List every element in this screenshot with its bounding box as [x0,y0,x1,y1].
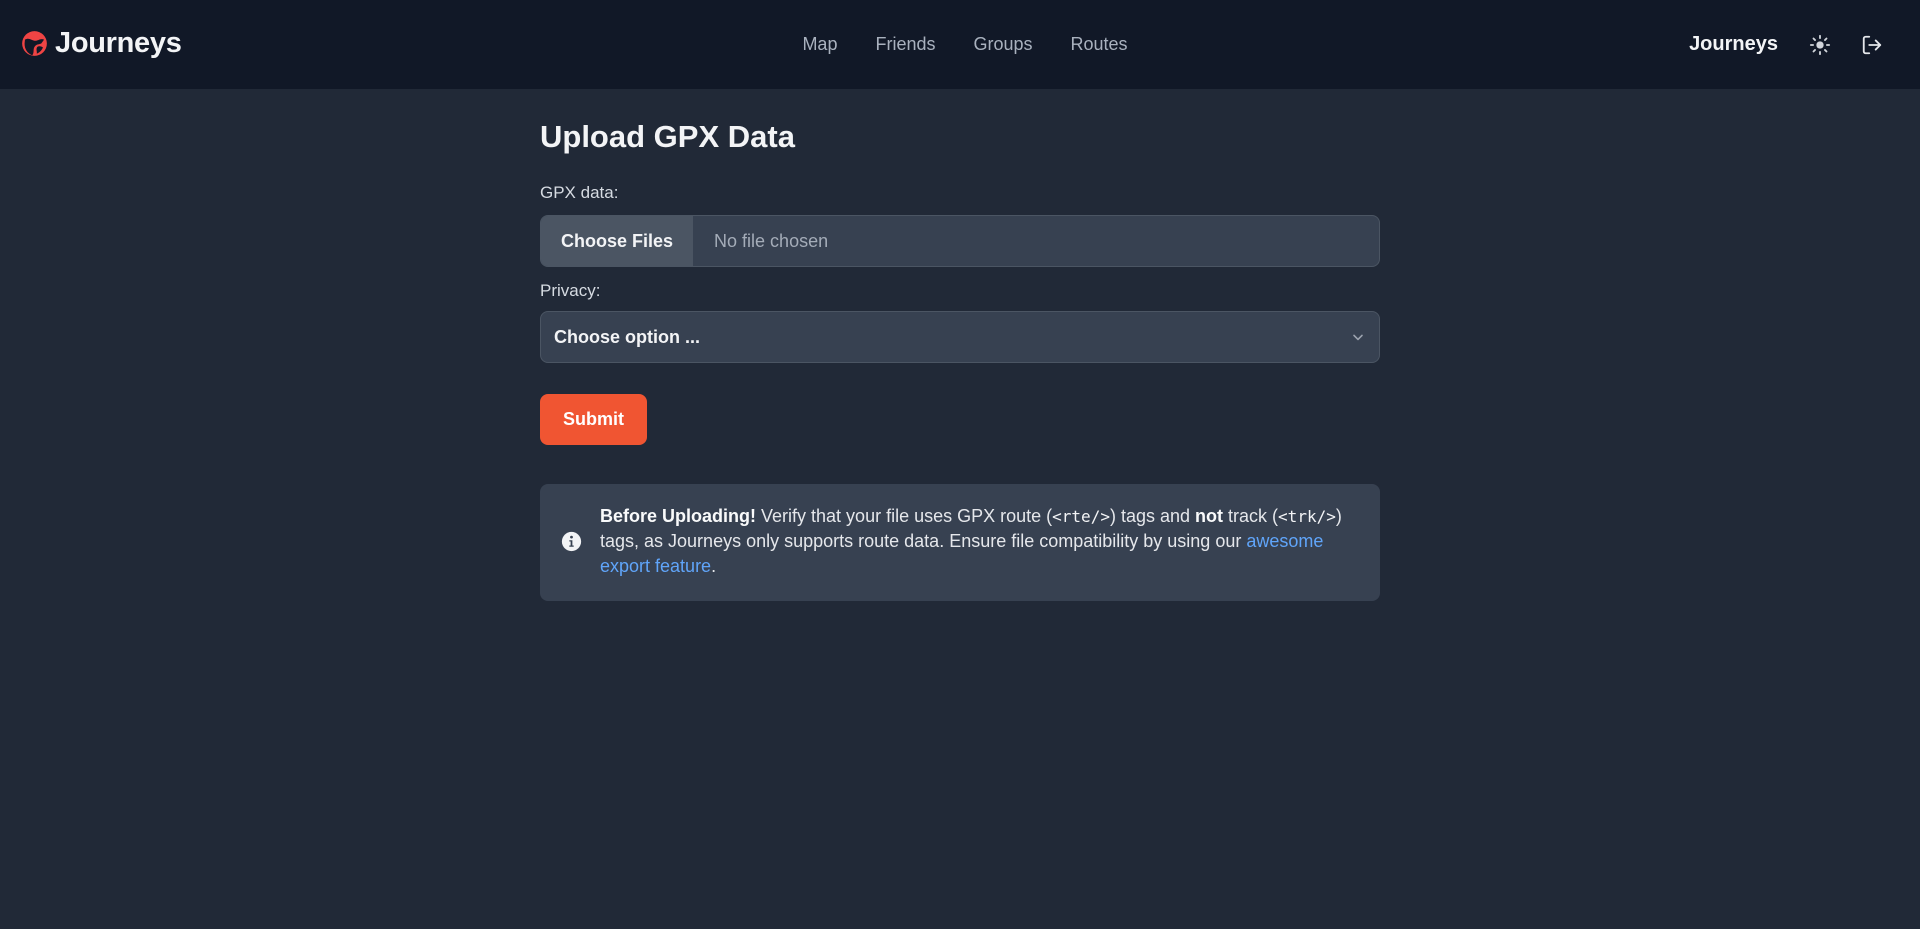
privacy-select[interactable]: Choose option ... [540,311,1380,363]
gpx-file-input[interactable]: Choose Files No file chosen [540,215,1380,267]
main-nav: Map Friends Groups Routes [0,0,1920,89]
chevron-down-icon [1353,334,1363,341]
privacy-label: Privacy: [540,281,601,300]
privacy-select-value: Choose option ... [554,326,700,347]
user-name[interactable]: Journeys [1689,33,1778,56]
file-status-text: No file chosen [714,230,829,251]
globe-logo-icon [22,31,47,56]
alert-text-2: ) tags and [1109,506,1191,526]
nav-link-routes[interactable]: Routes [1052,34,1147,55]
top-navbar: Journeys Map Friends Groups Routes Journ… [0,0,1920,89]
choose-files-button[interactable]: Choose Files [541,216,694,266]
page-title: Upload GPX Data [540,119,795,154]
theme-toggle-button[interactable] [1806,31,1834,59]
nav-list: Map Friends Groups Routes [783,34,1146,55]
alert-text-3: track ( [1228,506,1279,526]
alert-bold-not: not [1195,506,1224,526]
gpx-data-label: GPX data: [540,183,619,202]
navbar-right: Journeys [1689,0,1920,89]
alert-message: Before Uploading! Verify that your file … [600,504,1360,579]
code-trk: <trk/> [1278,507,1336,526]
logout-button[interactable] [1858,31,1886,59]
alert-bold-lead: Before Uploading! [600,506,756,526]
brand-link[interactable]: Journeys [21,27,182,60]
info-icon [561,531,582,552]
nav-link-friends[interactable]: Friends [856,34,954,55]
alert-text-1: Verify that your file uses GPX route ( [761,506,1053,526]
sun-icon [1809,34,1831,55]
code-rte: <rte/> [1052,507,1110,526]
alert-text-end: . [711,556,717,576]
submit-button[interactable]: Submit [540,394,647,445]
logout-icon [1862,35,1882,54]
upload-info-alert: Before Uploading! Verify that your file … [540,484,1380,601]
brand-name: Journeys [55,27,182,59]
nav-link-groups[interactable]: Groups [954,34,1051,55]
nav-link-map[interactable]: Map [783,34,856,55]
